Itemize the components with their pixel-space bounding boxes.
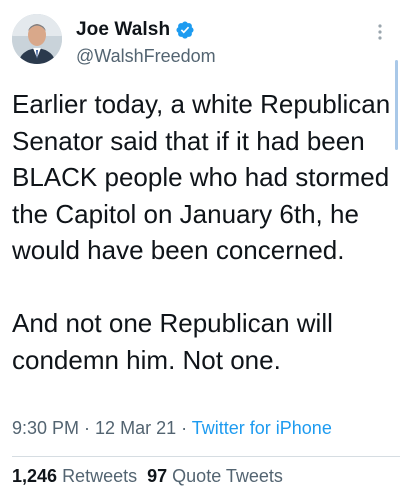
quote-tweets-link[interactable]: 97 Quote Tweets	[147, 466, 283, 486]
verified-badge-icon	[175, 20, 195, 40]
scrollbar[interactable]	[395, 60, 398, 150]
tweet-meta: 9:30 PM · 12 Mar 21 · Twitter for iPhone	[12, 418, 332, 439]
tweet-stats: 1,246 Retweets 97 Quote Tweets	[12, 466, 283, 487]
meta-separator: ·	[79, 418, 96, 438]
author-handle[interactable]: @WalshFreedom	[76, 46, 216, 67]
author-name-row[interactable]: Joe Walsh	[76, 18, 195, 42]
quote-tweets-label: Quote Tweets	[172, 466, 283, 486]
tweet-source-link[interactable]: Twitter for iPhone	[192, 418, 332, 438]
meta-separator: ·	[176, 418, 192, 438]
retweets-label: Retweets	[62, 466, 138, 486]
tweet-date[interactable]: 12 Mar 21	[95, 418, 176, 438]
quote-tweets-count: 97	[147, 466, 168, 486]
divider	[12, 456, 400, 457]
author-display-name[interactable]: Joe Walsh	[76, 19, 170, 41]
avatar[interactable]	[12, 14, 62, 64]
retweets-count: 1,246	[12, 466, 58, 486]
tweet-detail: Joe Walsh @WalshFreedom Earlier today, a…	[0, 0, 400, 501]
more-vertical-icon[interactable]	[374, 22, 386, 42]
tweet-time[interactable]: 9:30 PM	[12, 418, 79, 438]
tweet-text: Earlier today, a white Republican Senato…	[12, 89, 391, 375]
retweets-link[interactable]: 1,246 Retweets	[12, 466, 137, 486]
